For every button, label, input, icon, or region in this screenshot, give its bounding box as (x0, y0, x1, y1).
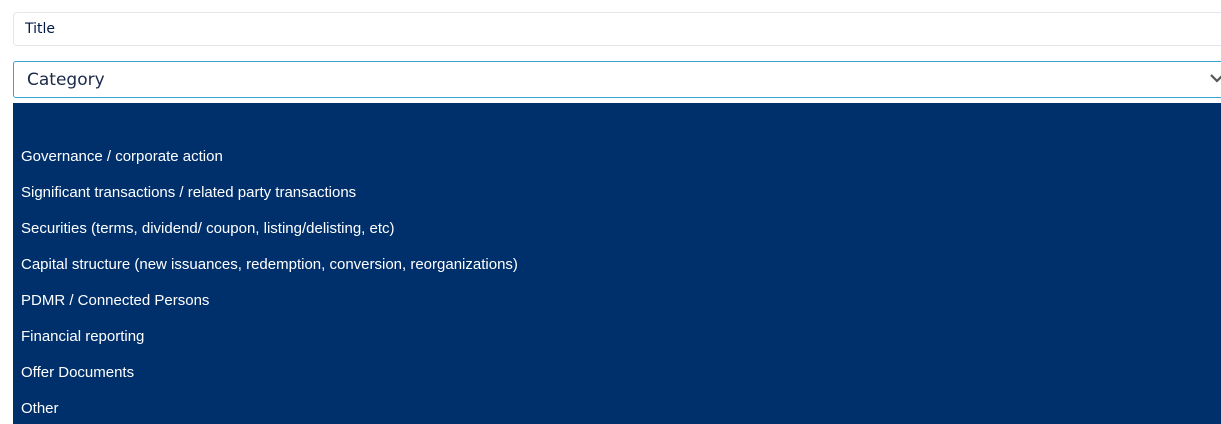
dropdown-option-significant-transactions[interactable]: Significant transactions / related party… (13, 175, 1221, 211)
dropdown-option-governance[interactable]: Governance / corporate action (13, 139, 1221, 175)
category-select-value: Category (27, 70, 105, 90)
dropdown-option-pdmr[interactable]: PDMR / Connected Persons (13, 283, 1221, 319)
title-input[interactable] (13, 12, 1221, 46)
dropdown-option-blank[interactable] (13, 103, 1221, 139)
chevron-down-icon (1210, 74, 1221, 83)
category-dropdown-list: Governance / corporate action Significan… (13, 103, 1221, 424)
dropdown-option-other[interactable]: Other (13, 391, 1221, 424)
dropdown-option-financial-reporting[interactable]: Financial reporting (13, 319, 1221, 355)
dropdown-option-securities[interactable]: Securities (terms, dividend/ coupon, lis… (13, 211, 1221, 247)
dropdown-option-capital-structure[interactable]: Capital structure (new issuances, redemp… (13, 247, 1221, 283)
dropdown-option-offer-documents[interactable]: Offer Documents (13, 355, 1221, 391)
category-select[interactable]: Category (13, 61, 1221, 98)
